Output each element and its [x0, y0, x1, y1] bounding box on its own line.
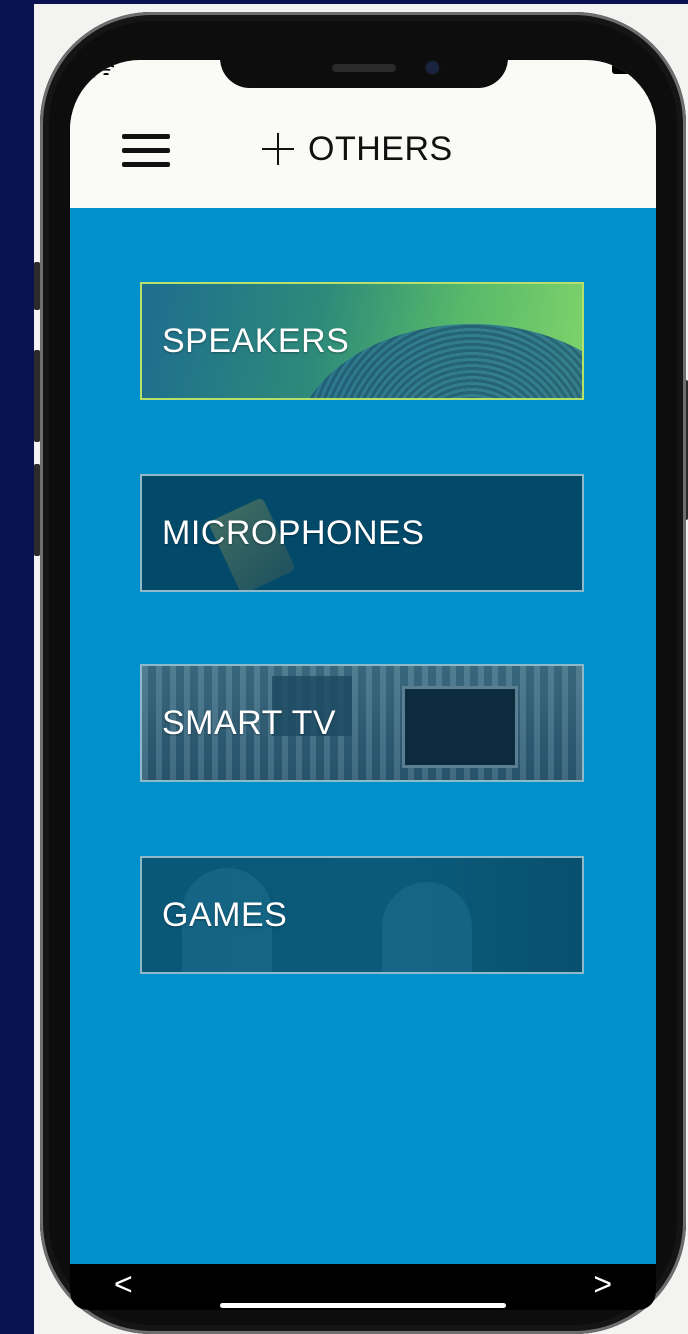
category-label: MICROPHONES [162, 513, 425, 552]
front-camera [426, 61, 439, 74]
page-title: OTHERS [260, 124, 453, 174]
game-character-image [382, 882, 472, 972]
category-card-speakers[interactable]: SPEAKERS [140, 282, 584, 400]
signal-wifi-icon: ▮ᯤ [86, 60, 116, 80]
category-card-games[interactable]: GAMES [140, 856, 584, 974]
back-chevron-icon[interactable]: < [114, 1268, 133, 1300]
earpiece-speaker [332, 64, 396, 72]
hamburger-menu-icon[interactable] [122, 134, 170, 168]
phone-screen: ▮ᯤ OTHERS SPEAKERS MICROPHONES SMART TV [70, 60, 656, 1310]
category-list: SPEAKERS MICROPHONES SMART TV GAMES [70, 208, 656, 1264]
category-label: GAMES [162, 895, 288, 934]
browser-nav-bar: < > [70, 1264, 656, 1310]
category-label: SMART TV [162, 703, 337, 742]
category-card-smart-tv[interactable]: SMART TV [140, 664, 584, 782]
plus-icon[interactable] [260, 131, 296, 167]
home-indicator[interactable] [220, 1303, 506, 1308]
battery-icon [612, 62, 640, 74]
tv-image [402, 686, 518, 768]
page-title-text: OTHERS [308, 129, 453, 168]
phone-notch [220, 60, 508, 88]
category-label: SPEAKERS [162, 321, 350, 360]
category-card-microphones[interactable]: MICROPHONES [140, 474, 584, 592]
forward-chevron-icon[interactable]: > [593, 1268, 612, 1300]
